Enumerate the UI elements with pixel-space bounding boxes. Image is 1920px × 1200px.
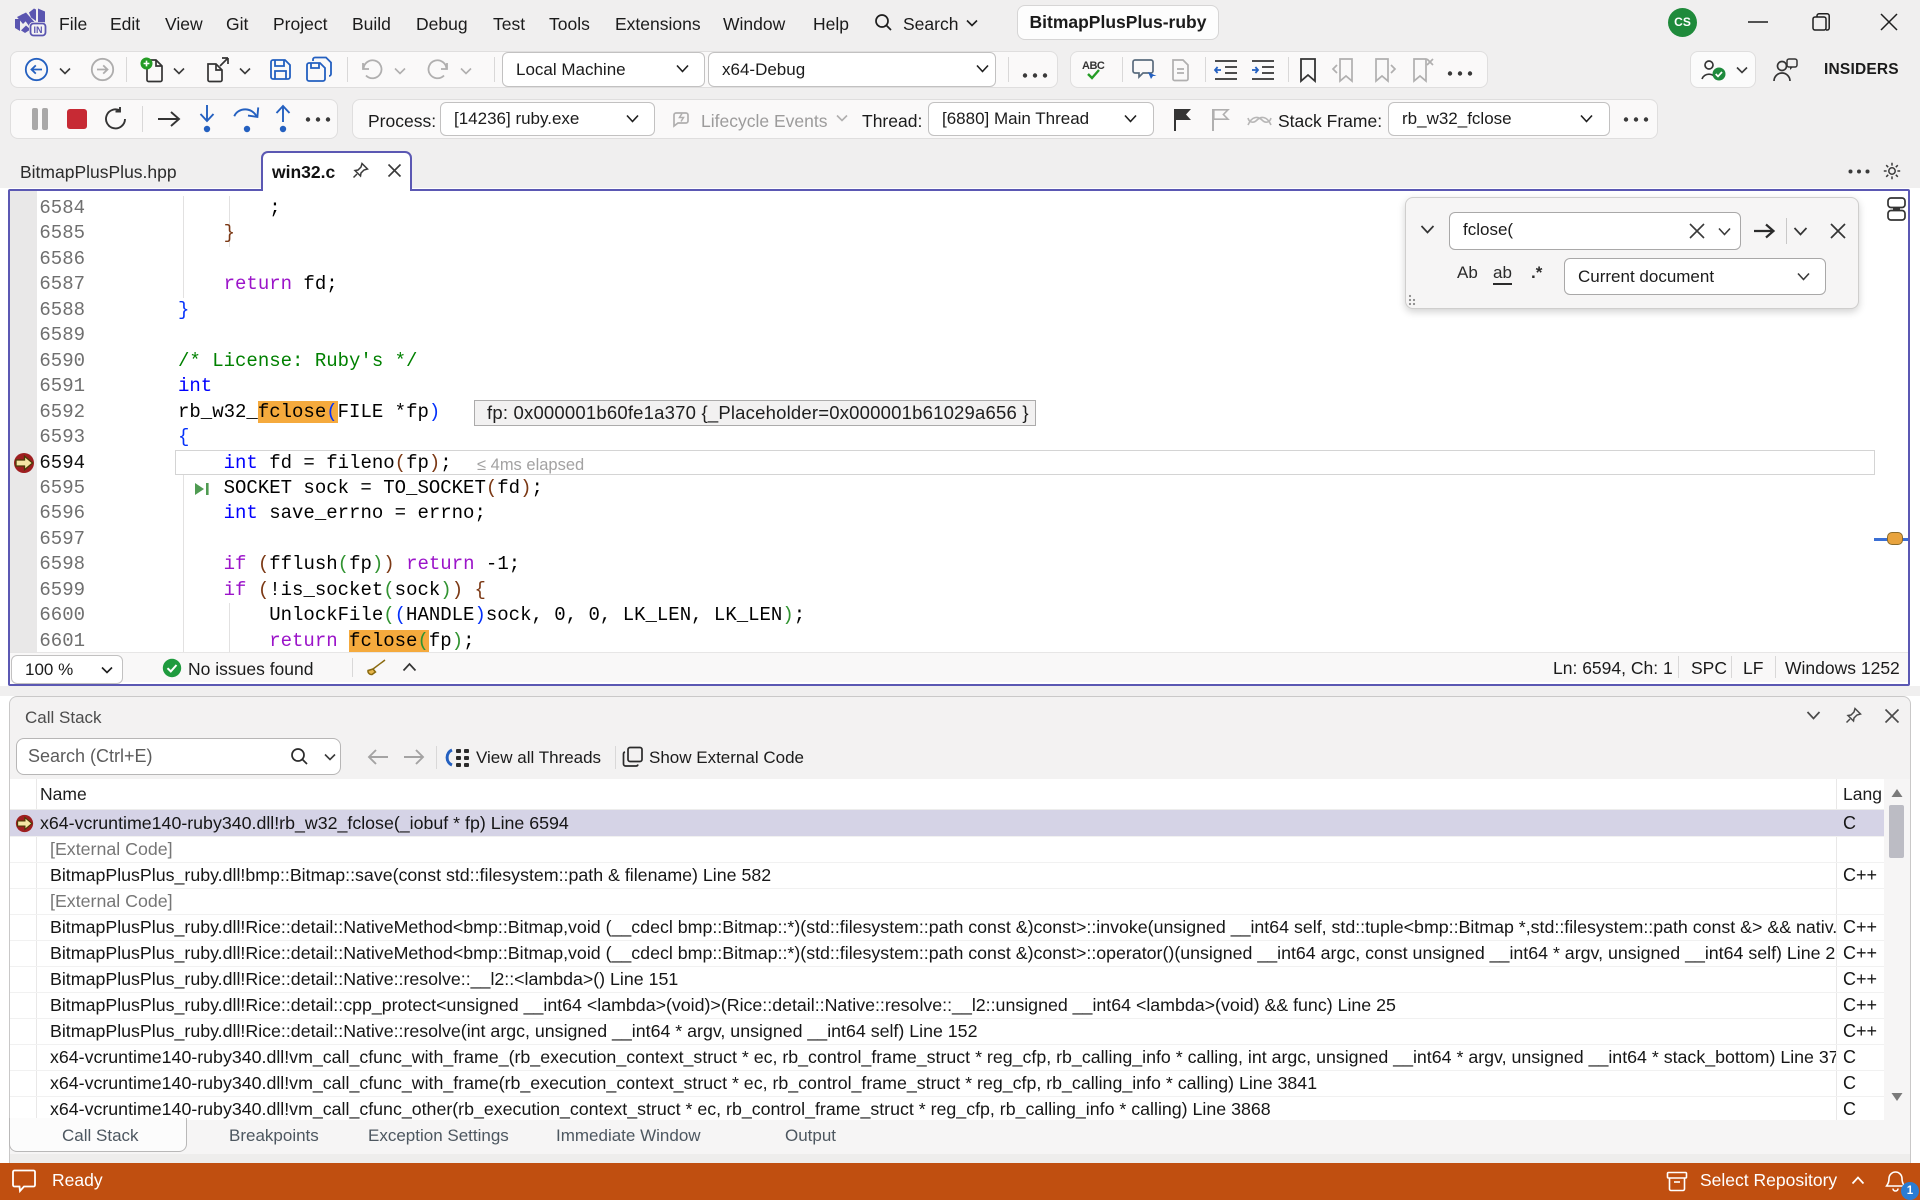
svg-text:ABC: ABC — [1082, 60, 1105, 72]
svg-text:IN: IN — [34, 25, 43, 35]
